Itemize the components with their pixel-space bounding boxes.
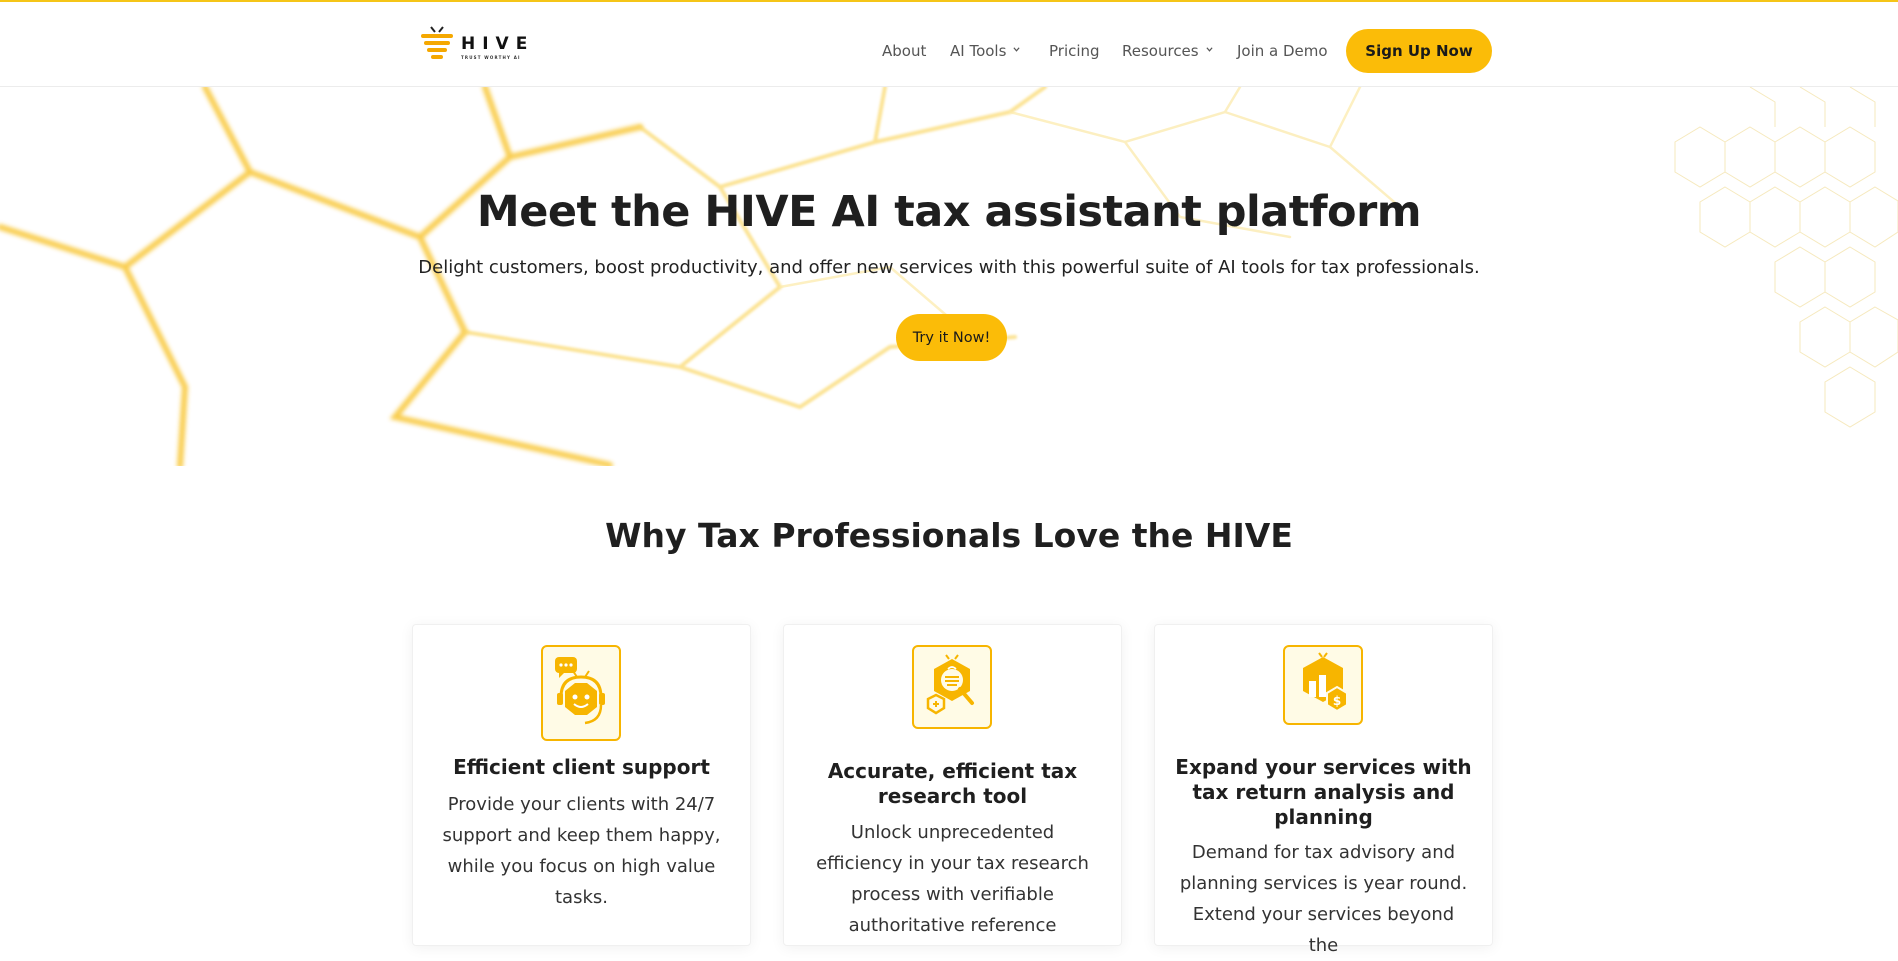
nav-item-resources[interactable]: Resources: [1122, 42, 1213, 60]
hero-section: Meet the HIVE AI tax assistant platform …: [0, 87, 1898, 466]
nav-item-ai-tools[interactable]: AI Tools: [950, 42, 1020, 60]
sign-up-button[interactable]: Sign Up Now: [1346, 29, 1492, 73]
card-title: Accurate, efficient tax research tool: [827, 759, 1078, 808]
chevron-down-icon: [1206, 47, 1213, 52]
card-text: Unlock unprecedented efficiency in your …: [816, 822, 1089, 936]
research-magnifier-icon: [912, 645, 992, 729]
card-text: Demand for tax advisory and planning ser…: [1179, 842, 1468, 956]
hero-subtitle: Delight customers, boost productivity, a…: [418, 257, 1480, 278]
chevron-down-icon: [1013, 47, 1020, 52]
feature-card-tax-planning: $ Expand your services with tax return a…: [1154, 624, 1493, 956]
nav-item-about[interactable]: About: [882, 42, 926, 60]
feature-card-tax-research: Accurate, efficient tax research tool Un…: [783, 624, 1122, 946]
nav-label: About: [882, 42, 927, 60]
card-title: Efficient client support: [453, 755, 710, 779]
card-title: Expand your services with tax return ana…: [1175, 755, 1472, 829]
nav-item-join-demo[interactable]: Join a Demo: [1237, 42, 1328, 60]
nav-label: Pricing: [1049, 42, 1100, 60]
nav-label: AI Tools: [950, 42, 1007, 60]
nav-label: Resources: [1122, 42, 1199, 60]
feature-card-client-support: Efficient client support Provide your cl…: [412, 624, 751, 946]
card-text: Provide your clients with 24/7 support a…: [442, 794, 721, 908]
chatbot-support-icon: [541, 645, 621, 741]
try-it-now-button[interactable]: Try it Now!: [896, 314, 1007, 361]
nav-label: Join a Demo: [1237, 42, 1328, 60]
main-nav: About AI Tools Pricing Resources Join a …: [0, 28, 1898, 72]
svg-text:$: $: [1333, 694, 1341, 708]
site-header: HIVE TRUST WORTHY AI About AI Tools Pric…: [0, 2, 1898, 87]
tax-planning-chart-icon: $: [1283, 645, 1363, 725]
hero-title: Meet the HIVE AI tax assistant platform: [476, 187, 1422, 237]
features-section-title: Why Tax Professionals Love the HIVE: [605, 516, 1293, 555]
nav-item-pricing[interactable]: Pricing: [1049, 42, 1100, 60]
